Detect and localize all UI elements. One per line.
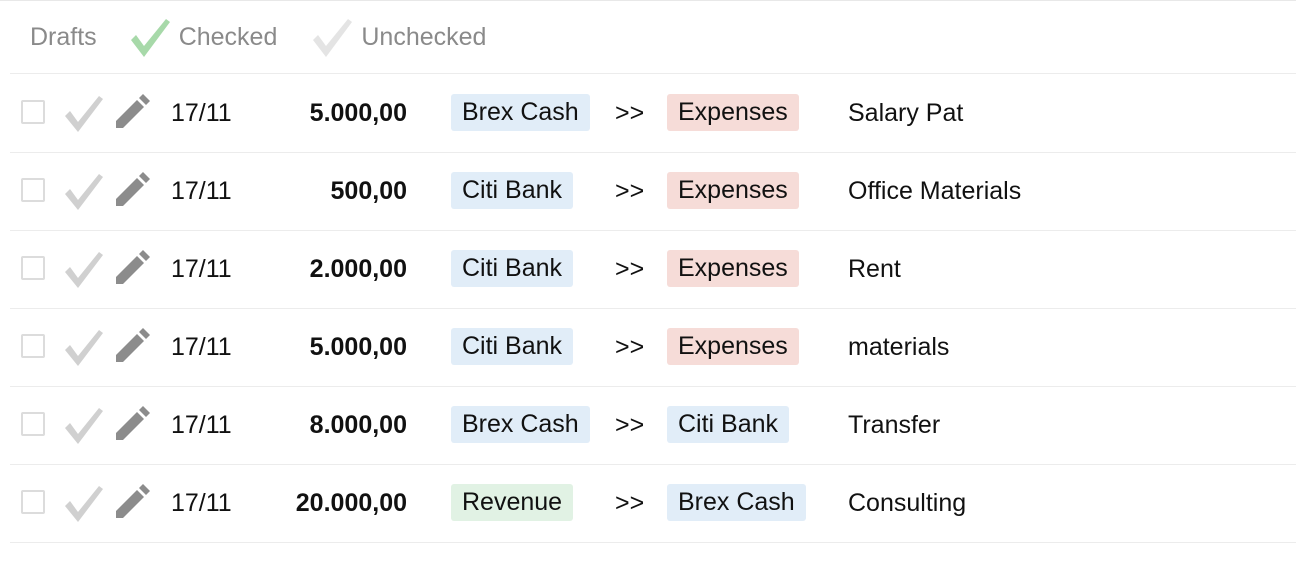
pencil-icon[interactable] [114, 404, 152, 442]
row-description: materials [848, 333, 950, 361]
row-checkbox[interactable] [21, 178, 45, 202]
row-checkbox[interactable] [21, 334, 45, 358]
row-description: Transfer [848, 411, 941, 439]
row-checkbox[interactable] [21, 100, 45, 124]
row-checkbox[interactable] [21, 256, 45, 280]
from-account-tag[interactable]: Citi Bank [451, 250, 574, 287]
row-amount: 20.000,00 [295, 489, 407, 517]
to-account-tag[interactable]: Expenses [667, 94, 799, 131]
table-row: 17/11 20.000,00 Revenue >> Brex Cash Con… [10, 464, 1296, 543]
row-amount: 8.000,00 [309, 411, 407, 439]
from-account-tag[interactable]: Brex Cash [451, 406, 590, 443]
row-amount: 5.000,00 [309, 333, 407, 361]
filter-unchecked-label: Unchecked [361, 22, 487, 51]
transfer-separator: >> [615, 333, 645, 361]
from-account-tag[interactable]: Brex Cash [451, 94, 590, 131]
table-row: 17/11 5.000,00 Citi Bank >> Expenses mat… [10, 308, 1296, 387]
row-amount: 2.000,00 [309, 255, 407, 283]
row-description: Consulting [848, 489, 967, 517]
check-icon[interactable] [64, 249, 104, 289]
filter-bar: Drafts Checked Unchecked [10, 1, 1296, 74]
from-account-tag[interactable]: Revenue [451, 484, 574, 521]
pencil-icon[interactable] [114, 248, 152, 286]
gray-check-icon [313, 19, 353, 57]
row-checkbox[interactable] [21, 490, 45, 514]
check-icon[interactable] [64, 171, 104, 211]
transfer-separator: >> [615, 255, 645, 283]
from-account-tag[interactable]: Citi Bank [451, 328, 574, 365]
to-account-tag[interactable]: Expenses [667, 328, 799, 365]
row-date: 17/11 [171, 333, 232, 361]
to-account-tag[interactable]: Citi Bank [667, 406, 790, 443]
row-date: 17/11 [171, 99, 232, 127]
row-amount: 500,00 [330, 177, 407, 205]
green-check-icon [130, 19, 170, 57]
table-row: 17/11 5.000,00 Brex Cash >> Expenses Sal… [10, 74, 1296, 153]
row-date: 17/11 [171, 255, 232, 283]
row-date: 17/11 [171, 489, 232, 517]
filter-checked[interactable]: Checked [129, 16, 278, 58]
check-icon[interactable] [64, 93, 104, 133]
transactions-page: Drafts Checked Unchecked 17/11 5.000,00 … [0, 0, 1296, 568]
filter-drafts-label: Drafts [30, 22, 97, 51]
filter-unchecked[interactable]: Unchecked [311, 16, 486, 58]
row-amount: 5.000,00 [309, 99, 407, 127]
check-icon[interactable] [64, 483, 104, 523]
pencil-icon[interactable] [114, 170, 152, 208]
transfer-separator: >> [615, 99, 645, 127]
to-account-tag[interactable]: Brex Cash [667, 484, 806, 521]
pencil-icon[interactable] [114, 326, 152, 364]
filter-checked-label: Checked [178, 22, 278, 51]
row-date: 17/11 [171, 411, 232, 439]
transfer-separator: >> [615, 177, 645, 205]
row-checkbox[interactable] [21, 412, 45, 436]
table-row: 17/11 500,00 Citi Bank >> Expenses Offic… [10, 152, 1296, 231]
row-description: Salary Pat [848, 99, 964, 127]
pencil-icon[interactable] [114, 482, 152, 520]
to-account-tag[interactable]: Expenses [667, 172, 799, 209]
from-account-tag[interactable]: Citi Bank [451, 172, 574, 209]
check-icon[interactable] [64, 327, 104, 367]
row-description: Office Materials [848, 177, 1022, 205]
row-date: 17/11 [171, 177, 232, 205]
table-row: 17/11 8.000,00 Brex Cash >> Citi Bank Tr… [10, 386, 1296, 465]
transfer-separator: >> [615, 489, 645, 517]
row-description: Rent [848, 255, 901, 283]
filter-drafts[interactable]: Drafts [30, 23, 97, 52]
table-row: 17/11 2.000,00 Citi Bank >> Expenses Ren… [10, 230, 1296, 309]
check-icon[interactable] [64, 405, 104, 445]
pencil-icon[interactable] [114, 92, 152, 130]
to-account-tag[interactable]: Expenses [667, 250, 799, 287]
transfer-separator: >> [615, 411, 645, 439]
